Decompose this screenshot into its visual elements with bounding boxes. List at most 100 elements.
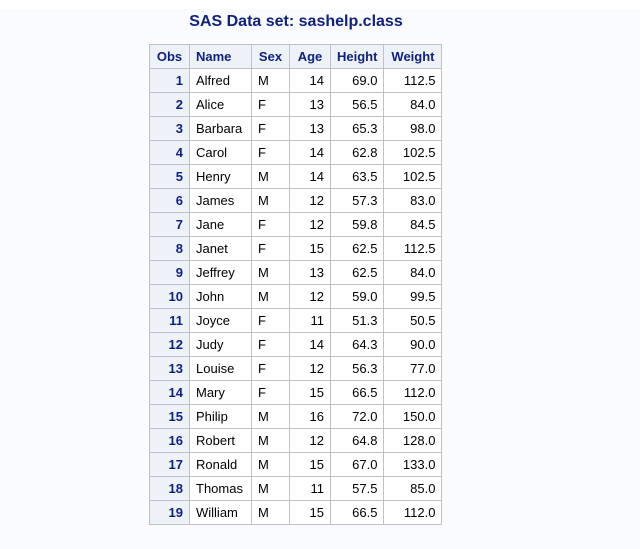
cell-weight: 128.0 — [383, 428, 443, 453]
table-row: 8 Janet F 15 62.5 112.5 — [149, 236, 443, 261]
cell-name: Henry — [189, 164, 252, 189]
cell-obs: 6 — [149, 188, 190, 213]
cell-sex: F — [251, 308, 290, 333]
cell-name: Jeffrey — [189, 260, 252, 285]
cell-age: 15 — [289, 452, 331, 477]
cell-sex: F — [251, 140, 290, 165]
table-row: 16 Robert M 12 64.8 128.0 — [149, 428, 443, 453]
page-title: SAS Data set: sashelp.class — [189, 13, 403, 30]
table-row: 1 Alfred M 14 69.0 112.5 — [149, 68, 443, 93]
cell-age: 12 — [289, 428, 331, 453]
cell-height: 57.5 — [329, 476, 385, 501]
cell-height: 57.3 — [329, 188, 385, 213]
table-row: 5 Henry M 14 63.5 102.5 — [149, 164, 443, 189]
cell-name: James — [189, 188, 252, 213]
cell-name: Thomas — [189, 476, 252, 501]
cell-age: 12 — [289, 212, 331, 237]
cell-age: 11 — [289, 476, 331, 501]
cell-age: 15 — [289, 380, 331, 405]
cell-weight: 84.5 — [383, 212, 443, 237]
cell-obs: 11 — [149, 308, 190, 333]
table-row: 6 James M 12 57.3 83.0 — [149, 188, 443, 213]
cell-height: 59.8 — [329, 212, 385, 237]
cell-name: Jane — [189, 212, 252, 237]
cell-height: 66.5 — [329, 500, 385, 525]
cell-height: 56.3 — [329, 356, 385, 381]
cell-sex: M — [251, 68, 290, 93]
cell-obs: 13 — [149, 356, 190, 381]
cell-height: 72.0 — [329, 404, 385, 429]
cell-height: 63.5 — [329, 164, 385, 189]
cell-name: Alice — [189, 92, 252, 117]
cell-name: John — [189, 284, 252, 309]
cell-age: 16 — [289, 404, 331, 429]
cell-age: 14 — [289, 332, 331, 357]
cell-obs: 4 — [149, 140, 190, 165]
cell-obs: 16 — [149, 428, 190, 453]
table-row: 10 John M 12 59.0 99.5 — [149, 284, 443, 309]
cell-age: 12 — [289, 356, 331, 381]
cell-height: 59.0 — [329, 284, 385, 309]
cell-height: 56.5 — [329, 92, 385, 117]
cell-sex: M — [251, 476, 290, 501]
cell-obs: 8 — [149, 236, 190, 261]
cell-sex: M — [251, 188, 290, 213]
cell-weight: 112.0 — [383, 500, 443, 525]
cell-age: 13 — [289, 116, 331, 141]
cell-sex: F — [251, 92, 290, 117]
column-header-sex: Sex — [251, 44, 290, 69]
cell-height: 67.0 — [329, 452, 385, 477]
cell-weight: 85.0 — [383, 476, 443, 501]
cell-obs: 5 — [149, 164, 190, 189]
cell-age: 15 — [289, 500, 331, 525]
cell-sex: M — [251, 500, 290, 525]
cell-name: Judy — [189, 332, 252, 357]
column-header-obs: Obs — [149, 44, 190, 69]
cell-obs: 1 — [149, 68, 190, 93]
table-row: 18 Thomas M 11 57.5 85.0 — [149, 476, 443, 501]
table-row: 15 Philip M 16 72.0 150.0 — [149, 404, 443, 429]
cell-weight: 84.0 — [383, 260, 443, 285]
cell-sex: F — [251, 236, 290, 261]
cell-age: 13 — [289, 92, 331, 117]
cell-obs: 7 — [149, 212, 190, 237]
cell-name: Mary — [189, 380, 252, 405]
cell-age: 11 — [289, 308, 331, 333]
table-row: 11 Joyce F 11 51.3 50.5 — [149, 308, 443, 333]
table-body: 1 Alfred M 14 69.0 112.5 2 Alice F 13 56.5 84.0 3 Bar… — [149, 68, 443, 525]
table-row: 9 Jeffrey M 13 62.5 84.0 — [149, 260, 443, 285]
cell-weight: 83.0 — [383, 188, 443, 213]
cell-age: 14 — [289, 140, 331, 165]
cell-obs: 18 — [149, 476, 190, 501]
cell-obs: 14 — [149, 380, 190, 405]
cell-name: Carol — [189, 140, 252, 165]
cell-sex: M — [251, 428, 290, 453]
cell-weight: 98.0 — [383, 116, 443, 141]
cell-age: 14 — [289, 164, 331, 189]
cell-obs: 2 — [149, 92, 190, 117]
cell-sex: F — [251, 356, 290, 381]
cell-height: 69.0 — [329, 68, 385, 93]
cell-weight: 102.5 — [383, 140, 443, 165]
column-header-height: Height — [329, 44, 385, 69]
cell-obs: 15 — [149, 404, 190, 429]
cell-sex: F — [251, 212, 290, 237]
cell-height: 62.8 — [329, 140, 385, 165]
cell-weight: 112.5 — [383, 68, 443, 93]
cell-obs: 12 — [149, 332, 190, 357]
cell-sex: M — [251, 260, 290, 285]
cell-name: Barbara — [189, 116, 252, 141]
cell-weight: 90.0 — [383, 332, 443, 357]
cell-weight: 99.5 — [383, 284, 443, 309]
cell-age: 14 — [289, 68, 331, 93]
column-header-weight: Weight — [383, 44, 443, 69]
cell-obs: 10 — [149, 284, 190, 309]
cell-weight: 84.0 — [383, 92, 443, 117]
cell-name: Robert — [189, 428, 252, 453]
cell-sex: M — [251, 452, 290, 477]
cell-age: 12 — [289, 284, 331, 309]
cell-weight: 50.5 — [383, 308, 443, 333]
header-row: Obs Name Sex Age Height Weight — [149, 44, 443, 69]
cell-sex: M — [251, 284, 290, 309]
sas-output-page: SAS Data set: sashelp.class Obs Name Sex… — [0, 9, 640, 549]
